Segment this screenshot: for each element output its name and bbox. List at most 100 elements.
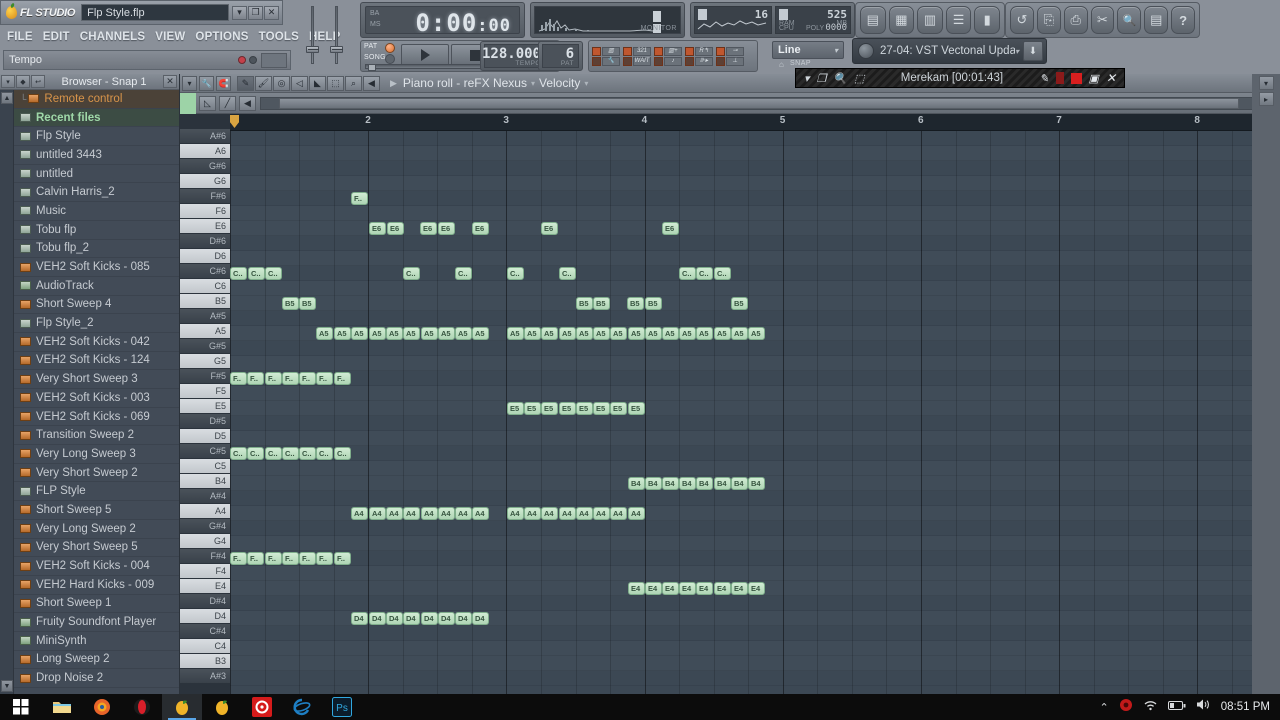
menu-edit[interactable]: EDIT <box>39 31 74 43</box>
piano-roll-note[interactable]: E6 <box>369 222 386 235</box>
browser-list-item[interactable]: Recent files <box>14 108 179 128</box>
plugin-title-strip[interactable]: 27-04: VST Vectonal Updates ▾ ⬇ <box>852 38 1047 64</box>
piano-roll-note[interactable]: E4 <box>714 582 731 595</box>
piano-key-B3[interactable]: B3 <box>180 654 230 669</box>
pattern-panel[interactable]: 6 PAT <box>538 41 583 71</box>
file-explorer-icon[interactable] <box>42 694 82 720</box>
piano-key-C5[interactable]: C5 <box>180 459 230 474</box>
piano-roll-note[interactable]: A4 <box>559 507 576 520</box>
piano-roll-note[interactable]: C.. <box>696 267 713 280</box>
scroll-up-arrow[interactable]: ▲ <box>1 92 13 104</box>
piano-roll-note[interactable]: A5 <box>610 327 627 340</box>
piano-roll-note[interactable]: C.. <box>559 267 576 280</box>
piano-roll-note[interactable]: A4 <box>438 507 455 520</box>
piano-key-E4[interactable]: E4 <box>180 579 230 594</box>
piano-roll-note[interactable]: C.. <box>316 447 333 460</box>
spectrum-monitor-panel[interactable]: MONITOR <box>530 2 685 38</box>
browser-list-item[interactable]: VEH2 Soft Kicks - 042 <box>14 333 179 352</box>
velocity-slope-down-button[interactable]: ╱ <box>219 95 236 111</box>
region-select-icon[interactable]: ⬚ <box>854 72 864 85</box>
browser-list-item[interactable]: Music <box>14 202 179 221</box>
piano-key-Dsharp4[interactable]: D#4 <box>180 594 230 609</box>
step-sequencer-icon[interactable]: ▦ <box>888 6 915 34</box>
piano-roll-note[interactable]: B5 <box>282 297 299 310</box>
piano-key-Dsharp5[interactable]: D#5 <box>180 414 230 429</box>
draw-tool-icon[interactable]: ✎ <box>237 75 254 91</box>
piano-roll-note[interactable]: A5 <box>403 327 420 340</box>
piano-roll-note[interactable]: A4 <box>628 507 645 520</box>
piano-roll-note[interactable]: A4 <box>351 507 368 520</box>
piano-key-Fsharp6[interactable]: F#6 <box>180 189 230 204</box>
piano-roll-note[interactable]: E4 <box>731 582 748 595</box>
piano-roll-note[interactable]: A5 <box>645 327 662 340</box>
browser-icon[interactable]: ☰ <box>945 6 972 34</box>
piano-roll-note[interactable]: F.. <box>316 372 333 385</box>
piano-key-F4[interactable]: F4 <box>180 564 230 579</box>
expand-icon[interactable]: ▶ <box>390 78 397 89</box>
piano-roll-note[interactable]: B5 <box>576 297 593 310</box>
piano-roll-note[interactable]: B4 <box>679 477 696 490</box>
piano-roll-note[interactable]: A5 <box>421 327 438 340</box>
piano-key-A4[interactable]: A4 <box>180 504 230 519</box>
piano-roll-note[interactable]: C.. <box>265 447 282 460</box>
browser-list-item[interactable]: Drop Noise 2 <box>14 669 179 688</box>
piano-key-Fsharp5[interactable]: F#5 <box>180 369 230 384</box>
browser-list-item[interactable]: VEH2 Soft Kicks - 069 <box>14 408 179 427</box>
browser-file-list[interactable]: └ Remote control Recent files Flp Style unti… <box>14 90 179 694</box>
piano-roll-note[interactable]: D4 <box>438 612 455 625</box>
piano-roll-note[interactable]: A5 <box>455 327 472 340</box>
piano-roll-note[interactable]: C.. <box>403 267 420 280</box>
piano-roll-note[interactable]: E5 <box>610 402 627 415</box>
master-volume-fader[interactable] <box>306 6 319 64</box>
internet-explorer-icon[interactable] <box>282 694 322 720</box>
toggle-count-in[interactable]: 321 <box>623 46 651 56</box>
piano-key-Gsharp4[interactable]: G#4 <box>180 519 230 534</box>
piano-roll-note[interactable]: F.. <box>351 192 368 205</box>
edge-button-2[interactable]: ▸ <box>1258 92 1274 106</box>
chevron-down-icon[interactable]: ▾ <box>584 79 588 88</box>
piano-roll-note[interactable]: B5 <box>299 297 316 310</box>
menu-options[interactable]: OPTIONS <box>191 31 252 43</box>
velocity-selector-label[interactable]: Velocity <box>539 76 580 90</box>
browser-scrollbar[interactable]: ▲ ▼ <box>0 90 14 694</box>
scrollbar-thumb[interactable] <box>279 97 1239 109</box>
menu-channels[interactable]: CHANNELS <box>76 31 150 43</box>
piano-roll-note[interactable]: E5 <box>628 402 645 415</box>
zoom-icon[interactable]: 🔍 <box>833 72 847 85</box>
piano-key-B4[interactable]: B4 <box>180 474 230 489</box>
piano-roll-note[interactable]: A5 <box>559 327 576 340</box>
piano-roll-note[interactable]: F.. <box>265 552 282 565</box>
paint-tool-icon[interactable]: 🖌 <box>255 75 272 91</box>
browser-list-item[interactable]: VEH2 Soft Kicks - 004 <box>14 557 179 576</box>
piano-roll-note[interactable]: F.. <box>334 372 351 385</box>
piano-roll-note[interactable]: C.. <box>455 267 472 280</box>
save-new-version-icon[interactable]: ⎘ <box>1036 6 1061 34</box>
time-display-panel[interactable]: BA MS 0:00:00 <box>360 2 525 38</box>
play-button[interactable] <box>401 44 449 66</box>
piano-key-Asharp4[interactable]: A#4 <box>180 489 230 504</box>
piano-roll-note[interactable]: A5 <box>748 327 765 340</box>
piano-roll-note[interactable]: B4 <box>696 477 713 490</box>
piano-roll-note[interactable]: A5 <box>316 327 333 340</box>
piano-roll-note[interactable]: A4 <box>421 507 438 520</box>
close-icon[interactable]: ✕ <box>1106 71 1116 85</box>
pause-icon[interactable] <box>1055 72 1064 84</box>
piano-key-Gsharp6[interactable]: G#6 <box>180 159 230 174</box>
piano-roll-note[interactable]: A5 <box>334 327 351 340</box>
velocity-slope-up-button[interactable]: ◺ <box>199 95 216 111</box>
piano-roll-note[interactable]: B5 <box>593 297 610 310</box>
piano-roll-note[interactable]: E5 <box>524 402 541 415</box>
note-icon[interactable]: ▤ <box>1144 6 1169 34</box>
fl-studio-icon-2[interactable] <box>202 694 242 720</box>
menu-view[interactable]: VIEW <box>151 31 189 43</box>
chevron-down-icon[interactable]: ▾ <box>531 79 535 88</box>
browser-star-button[interactable]: ◆ <box>16 75 30 88</box>
window-mode-icon[interactable]: ❐ <box>817 72 827 85</box>
piano-roll-note[interactable]: F.. <box>230 372 247 385</box>
browser-list-item[interactable]: Calvin Harris_2 <box>14 183 179 203</box>
piano-roll-note[interactable]: F.. <box>282 372 299 385</box>
piano-roll-note[interactable]: C.. <box>265 267 282 280</box>
piano-roll-note[interactable]: A5 <box>438 327 455 340</box>
piano-roll-note[interactable]: D4 <box>421 612 438 625</box>
piano-key-D5[interactable]: D5 <box>180 429 230 444</box>
